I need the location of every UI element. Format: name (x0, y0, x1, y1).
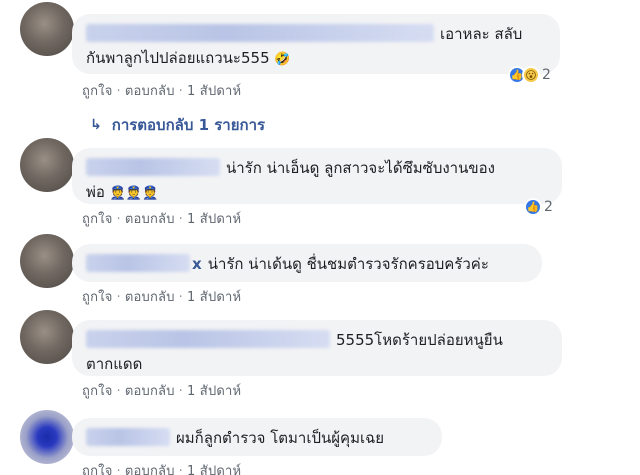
redacted-author-name[interactable] (86, 24, 434, 42)
replies-label: การตอบกลับ 1 รายการ (111, 116, 266, 134)
redacted-author-name[interactable] (86, 330, 330, 348)
timestamp[interactable]: 1 สัปดาห์ (187, 384, 241, 399)
avatar[interactable] (20, 410, 74, 464)
police-officer-emoji-icon: 👮👮👮 (109, 186, 159, 201)
separator: · (178, 84, 183, 99)
comment-actions: ถูกใจ · ตอบกลับ · 1 สัปดาห์ (82, 286, 241, 307)
like-link[interactable]: ถูกใจ (82, 464, 113, 475)
like-link[interactable]: ถูกใจ (82, 212, 113, 227)
comment-text: 5555โหดร้ายปล่อยหนูยืน (336, 331, 503, 349)
reply-link[interactable]: ตอบกลับ (125, 212, 175, 227)
reply-link[interactable]: ตอบกลับ (125, 84, 175, 99)
reply-link[interactable]: ตอบกลับ (125, 384, 175, 399)
laughing-emoji-icon: 🤣 (274, 52, 291, 67)
timestamp[interactable]: 1 สัปดาห์ (187, 212, 241, 227)
separator: · (116, 84, 121, 99)
comment-text-line: กันพาลูกไปปล่อยแถวนะ555 🤣 (86, 46, 546, 72)
comment-text: น่ารัก น่าเอ็นดู ลูกสาวจะได้ซึมซับงานของ (226, 159, 495, 177)
separator: · (116, 290, 121, 305)
comment-text-line: เอาหละ สลับ (86, 22, 546, 46)
comment-bubble: เอาหละ สลับ กันพาลูกไปปล่อยแถวนะ555 🤣 (72, 14, 560, 74)
reaction-count: 2 (544, 199, 553, 215)
separator: · (116, 464, 121, 475)
like-link[interactable]: ถูกใจ (82, 384, 113, 399)
reply-arrow-icon: ↳ (90, 117, 102, 133)
wow-icon: 😮 (522, 66, 540, 84)
avatar[interactable] (20, 234, 74, 288)
like-link[interactable]: ถูกใจ (82, 290, 113, 305)
redacted-author-name[interactable] (86, 428, 170, 446)
comment-text: น่ารัก น่าเด้นดู ชื่นชมตำรวจรักครอบครัวค… (207, 255, 489, 273)
comment-text-line: น่ารัก น่าเอ็นดู ลูกสาวจะได้ซึมซับงานของ (86, 156, 548, 180)
author-name-tail[interactable]: x (192, 255, 202, 273)
top-edge (0, 0, 640, 8)
comment-bubble: ผมก็ลูกตำรวจ โตมาเป็นผู้คุมเฉย (72, 418, 442, 456)
like-icon: 👍 (524, 198, 542, 216)
comment-text: ผมก็ลูกตำรวจ โตมาเป็นผู้คุมเฉย (176, 429, 385, 447)
comment-actions: ถูกใจ · ตอบกลับ · 1 สัปดาห์ (82, 380, 241, 401)
comment-bubble: น่ารัก น่าเอ็นดู ลูกสาวจะได้ซึมซับงานของ… (72, 148, 562, 204)
comment-text: ตากแดด (86, 355, 143, 373)
like-link[interactable]: ถูกใจ (82, 84, 113, 99)
reply-link[interactable]: ตอบกลับ (125, 464, 175, 475)
timestamp[interactable]: 1 สัปดาห์ (187, 290, 241, 305)
separator: · (178, 464, 183, 475)
comment-text: เอาหละ สลับ (440, 25, 523, 43)
comment-text-line: x น่ารัก น่าเด้นดู ชื่นชมตำรวจรักครอบครัว… (86, 252, 528, 276)
reaction-summary[interactable]: 👍 2 (524, 198, 553, 216)
comment-actions: ถูกใจ · ตอบกลับ · 1 สัปดาห์ (82, 208, 241, 229)
view-replies-link[interactable]: ↳ การตอบกลับ 1 รายการ (90, 113, 265, 137)
comment-actions: ถูกใจ · ตอบกลับ · 1 สัปดาห์ (82, 80, 241, 101)
reaction-summary[interactable]: 👍 😮 2 (508, 66, 551, 84)
comment-text-line: พ่อ 👮👮👮 (86, 180, 548, 206)
avatar[interactable] (20, 138, 74, 192)
comment-actions: ถูกใจ · ตอบกลับ · 1 สัปดาห์ (82, 460, 241, 475)
comment-bubble: x น่ารัก น่าเด้นดู ชื่นชมตำรวจรักครอบครัว… (72, 244, 542, 282)
comment-bubble: 5555โหดร้ายปล่อยหนูยืน ตากแดด (72, 320, 562, 376)
separator: · (116, 212, 121, 227)
redacted-author-name[interactable] (86, 158, 220, 176)
redacted-author-name[interactable] (86, 254, 190, 272)
separator: · (116, 384, 121, 399)
separator: · (178, 290, 183, 305)
avatar[interactable] (20, 2, 74, 56)
timestamp[interactable]: 1 สัปดาห์ (187, 84, 241, 99)
comment-text-line: ผมก็ลูกตำรวจ โตมาเป็นผู้คุมเฉย (86, 426, 428, 450)
reaction-count: 2 (542, 67, 551, 83)
timestamp[interactable]: 1 สัปดาห์ (187, 464, 241, 475)
comment-text: กันพาลูกไปปล่อยแถวนะ555 (86, 49, 270, 67)
comment-text-line: 5555โหดร้ายปล่อยหนูยืน (86, 328, 548, 352)
comment-text: พ่อ (86, 183, 105, 201)
comment-text-line: ตากแดด (86, 352, 548, 376)
avatar[interactable] (20, 310, 74, 364)
separator: · (178, 212, 183, 227)
separator: · (178, 384, 183, 399)
reply-link[interactable]: ตอบกลับ (125, 290, 175, 305)
